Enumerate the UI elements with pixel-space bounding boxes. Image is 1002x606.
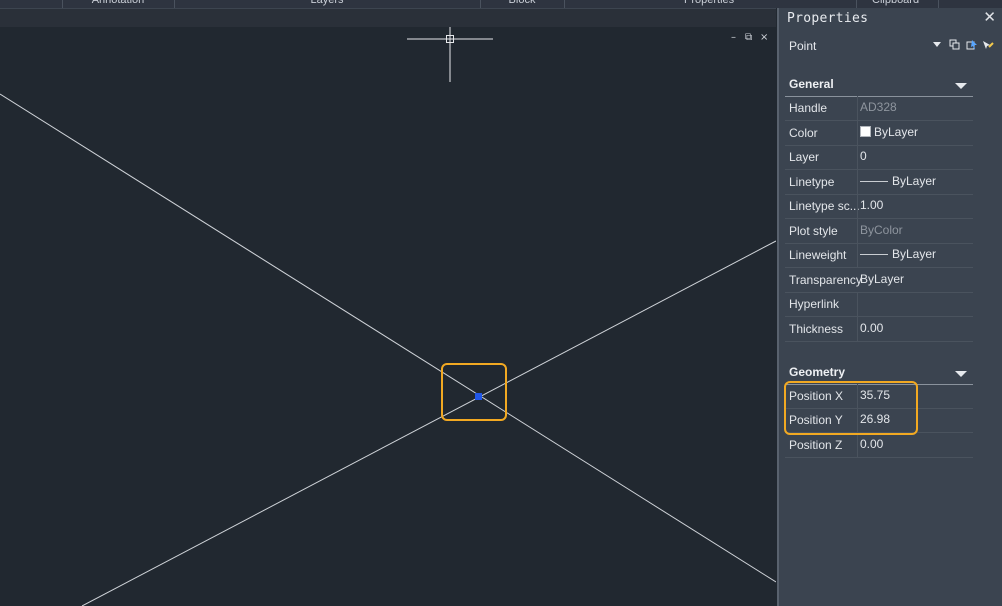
prop-row-linetype[interactable]: Linetype ByLayer	[785, 170, 973, 195]
collapse-triangle-icon[interactable]	[955, 83, 967, 89]
prop-value-color: ByLayer	[874, 125, 919, 139]
prop-label: Position Z	[789, 438, 843, 452]
ribbon-panel-block[interactable]: Block	[480, 0, 564, 8]
prop-label: Hyperlink	[789, 297, 840, 311]
prop-row-handle: Handle AD328	[785, 96, 973, 121]
construction-line-a[interactable]	[0, 93, 776, 583]
selection-type: Point	[789, 39, 817, 53]
prop-value-linetype: ByLayer	[892, 174, 937, 188]
prop-label: Color	[789, 126, 818, 140]
ribbon-panel-clipboard[interactable]: Clipboard	[872, 0, 919, 8]
prop-label: Transparency	[789, 273, 862, 287]
prop-label: Linetype sc...	[789, 199, 860, 213]
ribbon-panel-properties[interactable]: Properties	[564, 0, 776, 8]
close-icon[interactable]: ✕	[983, 8, 996, 26]
ribbon-right: Clipboard	[776, 0, 1002, 8]
quick-select-icon[interactable]	[982, 39, 994, 51]
lineweight-sample-icon	[860, 254, 888, 255]
prop-value-lineweight: ByLayer	[892, 247, 937, 261]
section-general[interactable]: General	[785, 74, 973, 97]
close-icon[interactable]: ×	[760, 33, 768, 43]
collapse-triangle-icon[interactable]	[955, 371, 967, 377]
selection-dropdown[interactable]: Point	[779, 36, 1002, 58]
prop-value-lineweight-wrap[interactable]: ByLayer	[860, 247, 936, 261]
prop-value-transparency[interactable]: ByLayer	[860, 272, 904, 286]
linetype-sample-icon	[860, 181, 888, 182]
section-general-title: General	[789, 77, 834, 91]
prop-row-plot-style: Plot style ByColor	[785, 219, 973, 244]
point-highlight-box	[441, 363, 507, 421]
properties-panel: Properties ✕ Point General Handle AD328 …	[777, 8, 1002, 606]
prop-value-layer[interactable]: 0	[860, 149, 867, 163]
color-swatch-icon	[860, 126, 871, 137]
minimize-icon[interactable]: –	[731, 33, 736, 43]
geometry-highlight-box	[784, 381, 918, 435]
prop-label: Handle	[789, 101, 828, 115]
ribbon: Annotation Layers Block Properties	[0, 0, 776, 9]
drawing-geometry	[0, 27, 776, 606]
prop-value-plot-style: ByColor	[860, 223, 903, 237]
prop-row-color[interactable]: Color ByLayer	[785, 121, 973, 146]
prop-row-thickness[interactable]: Thickness 0.00	[785, 317, 973, 342]
prop-row-transparency[interactable]: Transparency ByLayer	[785, 268, 973, 293]
construction-line-b[interactable]	[81, 240, 776, 606]
drawing-canvas[interactable]	[0, 27, 776, 606]
select-objects-icon[interactable]	[966, 39, 978, 51]
crosshair-cursor	[407, 27, 493, 82]
prop-value-linetype-scale[interactable]: 1.00	[860, 198, 883, 212]
prop-value-linetype-wrap[interactable]: ByLayer	[860, 174, 936, 188]
prop-row-linetype-scale[interactable]: Linetype sc... 1.00	[785, 194, 973, 219]
ribbon-separator	[938, 0, 939, 8]
prop-row-lineweight[interactable]: Lineweight ByLayer	[785, 243, 973, 268]
ribbon-panel-annotation[interactable]: Annotation	[62, 0, 174, 8]
prop-label: Thickness	[789, 322, 844, 336]
prop-label: Lineweight	[789, 248, 847, 262]
ribbon-separator	[856, 0, 857, 8]
ribbon-panel-layers[interactable]: Layers	[174, 0, 480, 8]
prop-row-layer[interactable]: Layer 0	[785, 145, 973, 170]
prop-label: Layer	[789, 150, 820, 164]
properties-title: Properties	[787, 11, 869, 26]
section-geometry-title: Geometry	[789, 365, 846, 379]
prop-label: Linetype	[789, 175, 835, 189]
prop-label: Plot style	[789, 224, 838, 238]
restore-icon[interactable]: ⧉	[745, 33, 752, 43]
prop-row-hyperlink[interactable]: Hyperlink	[785, 292, 973, 317]
prop-value-position-z[interactable]: 0.00	[860, 437, 883, 451]
toggle-pickadd-icon[interactable]	[949, 39, 961, 51]
prop-value-thickness[interactable]: 0.00	[860, 321, 883, 335]
prop-value-handle: AD328	[860, 100, 897, 114]
chevron-down-icon[interactable]	[933, 42, 941, 47]
prop-value-color-wrap[interactable]: ByLayer	[860, 125, 918, 139]
drawing-tab-bar	[0, 9, 776, 27]
prop-row-position-z[interactable]: Position Z 0.00	[785, 433, 973, 458]
